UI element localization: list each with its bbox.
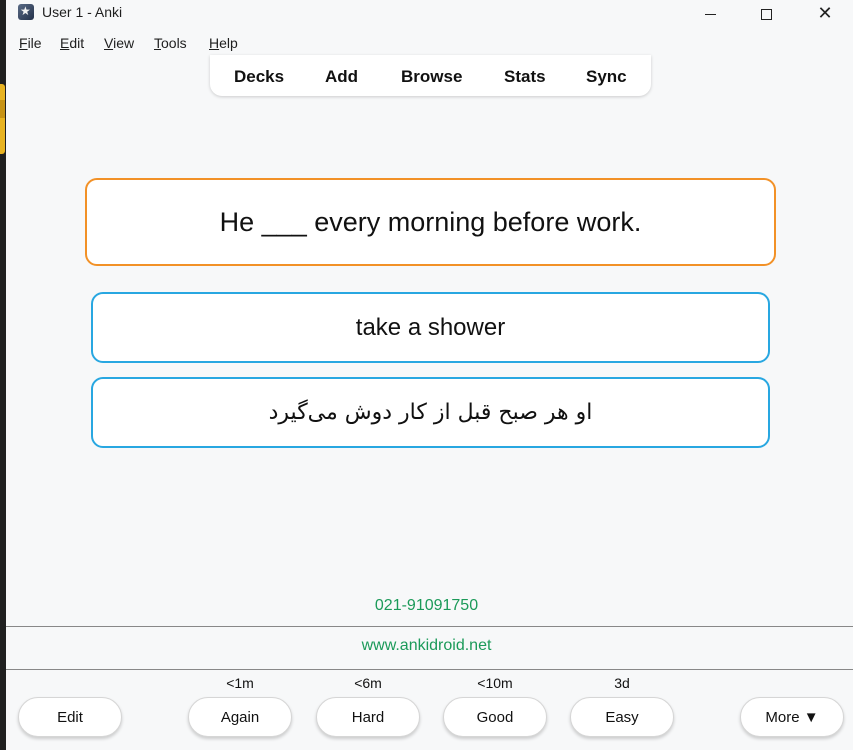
translation-card: او هر صبح قبل از کار دوش می‌گیرد	[91, 377, 770, 448]
menu-tools[interactable]: Tools	[154, 35, 187, 51]
website-link: www.ankidroid.net	[361, 637, 492, 654]
background-window-tab	[0, 84, 5, 154]
menu-file-label: ile	[27, 35, 42, 51]
menu-file-hotkey: F	[19, 35, 28, 51]
toolbar-add[interactable]: Add	[325, 67, 358, 87]
close-button[interactable]: ✕	[802, 0, 848, 28]
menu-help-hotkey: H	[209, 35, 220, 51]
question-card: He ___ every morning before work.	[85, 178, 776, 266]
minimize-icon	[704, 13, 716, 15]
main-toolbar: Decks Add Browse Stats Sync	[210, 55, 651, 96]
answer-card: take a shower	[91, 292, 770, 363]
menu-file[interactable]: File	[19, 35, 42, 51]
background-window-tab-accent	[0, 100, 5, 118]
question-text: He ___ every morning before work.	[219, 206, 642, 237]
divider-top	[6, 626, 853, 627]
again-button[interactable]: Again	[188, 697, 292, 737]
good-interval: <10m	[477, 675, 513, 691]
toolbar-sync[interactable]: Sync	[586, 67, 627, 87]
menu-edit-label: dit	[69, 35, 85, 51]
hard-interval: <6m	[354, 675, 382, 691]
answer-text: take a shower	[355, 313, 506, 341]
menu-view-hotkey: V	[104, 35, 114, 51]
translation-text: او هر صبح قبل از کار دوش می‌گیرد	[268, 400, 593, 425]
menu-edit[interactable]: Edit	[60, 35, 84, 51]
more-button[interactable]: More ▼	[740, 697, 844, 737]
toolbar-stats[interactable]: Stats	[504, 67, 546, 87]
easy-button[interactable]: Easy	[570, 697, 674, 737]
again-interval: <1m	[226, 675, 254, 691]
window-title: User 1 - Anki	[42, 4, 123, 20]
maximize-icon	[760, 8, 772, 20]
easy-interval: 3d	[614, 675, 630, 691]
menu-help-label: elp	[219, 35, 238, 51]
menu-tools-hotkey: T	[154, 35, 161, 51]
menu-tools-label: ools	[161, 35, 187, 51]
menu-help[interactable]: Help	[209, 35, 238, 51]
menu-edit-hotkey: E	[60, 35, 70, 51]
hard-button[interactable]: Hard	[316, 697, 420, 737]
close-icon: ✕	[817, 3, 833, 24]
title-bar: User 1 - Anki ✕	[6, 0, 853, 30]
toolbar-browse[interactable]: Browse	[401, 67, 462, 87]
menu-bar: File Edit View Tools Help	[6, 32, 853, 54]
menu-view[interactable]: View	[104, 35, 134, 51]
anki-app-icon	[18, 4, 34, 20]
menu-view-label: iew	[113, 35, 135, 51]
phone-number: 021-91091750	[374, 597, 479, 614]
minimize-button[interactable]	[687, 0, 733, 28]
good-button[interactable]: Good	[443, 697, 547, 737]
edit-button[interactable]: Edit	[18, 697, 122, 737]
maximize-button[interactable]	[743, 0, 789, 28]
divider-bottom	[6, 669, 853, 670]
toolbar-decks[interactable]: Decks	[234, 67, 284, 87]
